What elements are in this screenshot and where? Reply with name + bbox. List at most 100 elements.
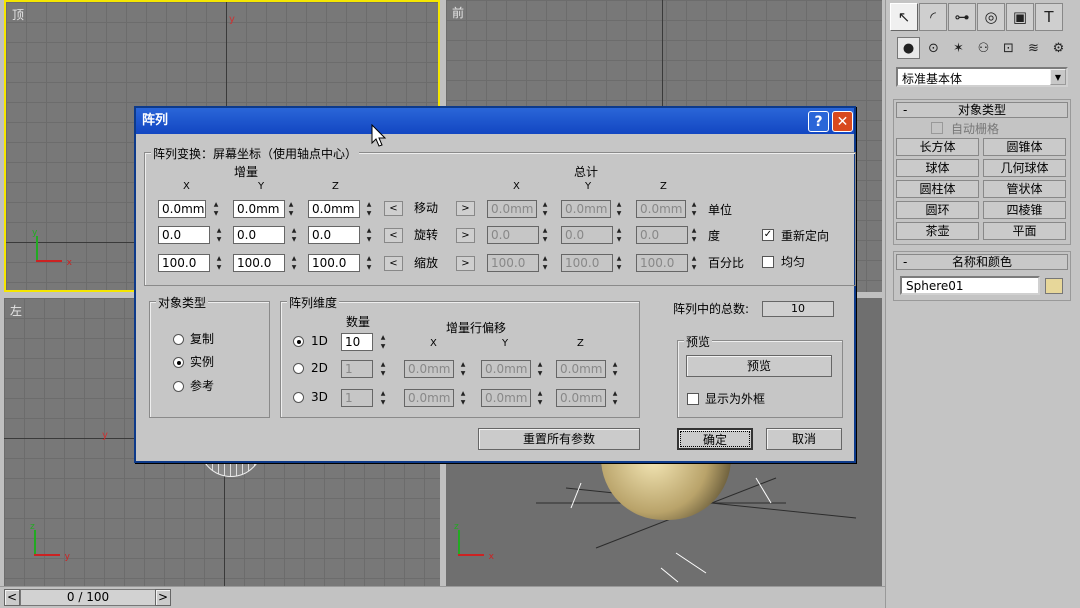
systems-icon[interactable]: ⚙ (1047, 37, 1070, 59)
uniform-checkbox[interactable] (762, 256, 774, 268)
object-type-rollout-title[interactable]: - 对象类型 (896, 102, 1068, 118)
array-total-value: 10 (762, 301, 834, 317)
reset-all-button[interactable]: 重置所有参数 (478, 428, 640, 450)
axis-triad-icon: yx (32, 228, 72, 268)
viewport-top-label: 顶 (12, 8, 25, 22)
torus-button[interactable]: 圆环 (896, 201, 979, 219)
show-as-box-checkbox[interactable] (687, 393, 699, 405)
dialog-title: 阵列 (142, 113, 169, 128)
box-button[interactable]: 长方体 (896, 138, 979, 156)
move-left-arrow-button[interactable]: < (384, 201, 403, 216)
ok-button[interactable]: 确定 (677, 428, 753, 450)
rotate-unit-label: 度 (708, 229, 721, 243)
pyramid-button[interactable]: 四棱锥 (983, 201, 1066, 219)
object-type-title: 对象类型 (156, 294, 209, 311)
array-dimensions-title: 阵列维度 (287, 294, 340, 311)
time-prev-button[interactable]: < (4, 589, 20, 606)
axis-triad-icon: zx (454, 522, 494, 562)
mouse-cursor-icon (371, 124, 387, 147)
reference-label: 参考 (190, 379, 215, 393)
move-right-arrow-button[interactable]: > (456, 201, 475, 216)
cancel-button[interactable]: 取消 (766, 428, 842, 450)
array-dialog: 阵列 ? ✕ 阵列变换：屏幕坐标（使用轴点中心） 增量 总计 X Y Z X Y… (134, 106, 856, 463)
preview-button[interactable]: 预览 (686, 355, 832, 377)
scale-label: 缩放 (414, 256, 439, 270)
teapot-button[interactable]: 茶壶 (896, 222, 979, 240)
cylinder-button[interactable]: 圆柱体 (896, 180, 979, 198)
offset-z-header: Z (577, 338, 584, 349)
cone-button[interactable]: 圆锥体 (983, 138, 1066, 156)
tot-x-header: X (513, 181, 520, 192)
viewport-left-label: 左 (10, 304, 23, 318)
row-offset-header: 增量行偏移 (446, 321, 507, 335)
chevron-down-icon: ▼ (1050, 69, 1066, 85)
helpers-icon[interactable]: ⊡ (997, 37, 1020, 59)
axis-triad-icon: zy (30, 522, 70, 562)
reference-radio[interactable] (173, 381, 184, 392)
inc-x-header: X (183, 181, 190, 192)
totals-header: 总计 (574, 165, 599, 179)
cameras-icon[interactable]: ⚇ (972, 37, 995, 59)
lights-icon[interactable]: ✶ (947, 37, 970, 59)
primitive-type-dropdown[interactable]: 标准基本体 ▼ (896, 67, 1068, 87)
dim-2d-label: 2D (311, 361, 328, 375)
copy-label: 复制 (190, 332, 215, 346)
move-label: 移动 (414, 201, 439, 215)
count-header: 数量 (346, 315, 371, 329)
modify-tab-icon[interactable]: ◜ (919, 3, 947, 31)
viewport-front-label: 前 (452, 6, 465, 20)
sphere-button[interactable]: 球体 (896, 159, 979, 177)
rotate-label: 旋转 (414, 228, 439, 242)
hierarchy-tab-icon[interactable]: ⊶ (948, 3, 976, 31)
help-button[interactable]: ? (808, 111, 829, 132)
dialog-titlebar[interactable]: 阵列 ? ✕ (136, 108, 854, 134)
scale-unit-label: 百分比 (708, 256, 745, 270)
dim-2d-radio[interactable] (293, 363, 304, 374)
show-as-box-label: 显示为外框 (705, 392, 766, 406)
time-slider[interactable]: 0 / 100 (20, 589, 156, 606)
dim-3d-radio[interactable] (293, 392, 304, 403)
dim-1d-radio[interactable] (293, 336, 304, 347)
scale-right-arrow-button[interactable]: > (456, 256, 475, 271)
uniform-label: 均匀 (781, 255, 806, 269)
offset-y-header: Y (502, 338, 509, 349)
geosphere-button[interactable]: 几何球体 (983, 159, 1066, 177)
rotate-left-arrow-button[interactable]: < (384, 228, 403, 243)
utilities-tab-icon[interactable]: T (1035, 3, 1063, 31)
inc-z-header: Z (332, 181, 339, 192)
check-icon: ✓ (763, 229, 773, 240)
time-next-button[interactable]: > (155, 589, 171, 606)
instance-label: 实例 (190, 355, 215, 369)
dim-3d-label: 3D (311, 390, 328, 404)
scale-left-arrow-button[interactable]: < (384, 256, 403, 271)
increment-header: 增量 (234, 165, 259, 179)
instance-radio[interactable] (173, 357, 184, 368)
auto-grid-checkbox[interactable] (931, 122, 943, 134)
primitive-type-value: 标准基本体 (902, 72, 963, 86)
axis-y-label: y (229, 14, 235, 25)
reorient-label: 重新定向 (781, 229, 830, 243)
plane-button[interactable]: 平面 (983, 222, 1066, 240)
reorient-checkbox[interactable]: ✓ (762, 229, 774, 241)
object-name-input[interactable]: Sphere01 (900, 276, 1040, 295)
close-icon: ✕ (836, 113, 849, 130)
spacewarps-icon[interactable]: ≋ (1022, 37, 1045, 59)
tot-y-header: Y (585, 181, 592, 192)
rotate-right-arrow-button[interactable]: > (456, 228, 475, 243)
object-color-swatch[interactable] (1045, 278, 1063, 294)
time-slider-bar: < 0 / 100 > (0, 586, 885, 608)
axis-y-label: y (102, 430, 108, 441)
tube-button[interactable]: 管状体 (983, 180, 1066, 198)
dim-1d-label: 1D (311, 334, 328, 348)
tot-z-header: Z (660, 181, 667, 192)
preview-title: 预览 (684, 333, 713, 350)
motion-tab-icon[interactable]: ◎ (977, 3, 1005, 31)
shapes-icon[interactable]: ⊙ (922, 37, 945, 59)
name-color-rollout-title[interactable]: - 名称和颜色 (896, 254, 1068, 270)
close-button[interactable]: ✕ (832, 111, 853, 132)
copy-radio[interactable] (173, 334, 184, 345)
geometry-icon[interactable]: ● (897, 37, 920, 59)
create-tab-icon[interactable]: ↖ (890, 3, 918, 31)
display-tab-icon[interactable]: ▣ (1006, 3, 1034, 31)
move-unit-label: 单位 (708, 203, 733, 217)
